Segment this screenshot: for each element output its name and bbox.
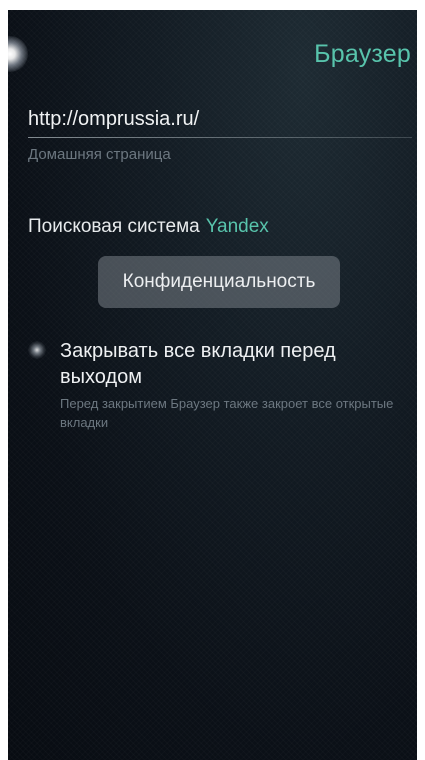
homepage-field[interactable]: http://omprussia.ru/ Домашняя страница xyxy=(28,108,412,163)
page-title: Браузер xyxy=(314,40,411,68)
pulley-menu-indicator-icon[interactable] xyxy=(8,36,28,72)
search-engine-combobox[interactable]: Поисковая система Yandex xyxy=(28,216,269,238)
search-engine-label: Поисковая система xyxy=(28,216,200,237)
search-engine-value: Yandex xyxy=(205,216,269,237)
switch-description: Перед закрытием Браузер также закроет вс… xyxy=(60,396,394,430)
settings-screen: Браузер http://omprussia.ru/ Домашняя ст… xyxy=(8,10,417,760)
homepage-input[interactable]: http://omprussia.ru/ xyxy=(28,108,412,137)
switch-label: Закрывать все вкладки перед выходом xyxy=(60,340,336,388)
homepage-label: Домашняя страница xyxy=(28,146,171,163)
homepage-underline xyxy=(28,137,412,138)
switch-indicator-icon xyxy=(28,341,46,359)
close-tabs-switch[interactable]: Закрывать все вкладки перед выходом Пере… xyxy=(28,338,398,432)
privacy-button[interactable]: Конфиденциальность xyxy=(98,256,340,308)
